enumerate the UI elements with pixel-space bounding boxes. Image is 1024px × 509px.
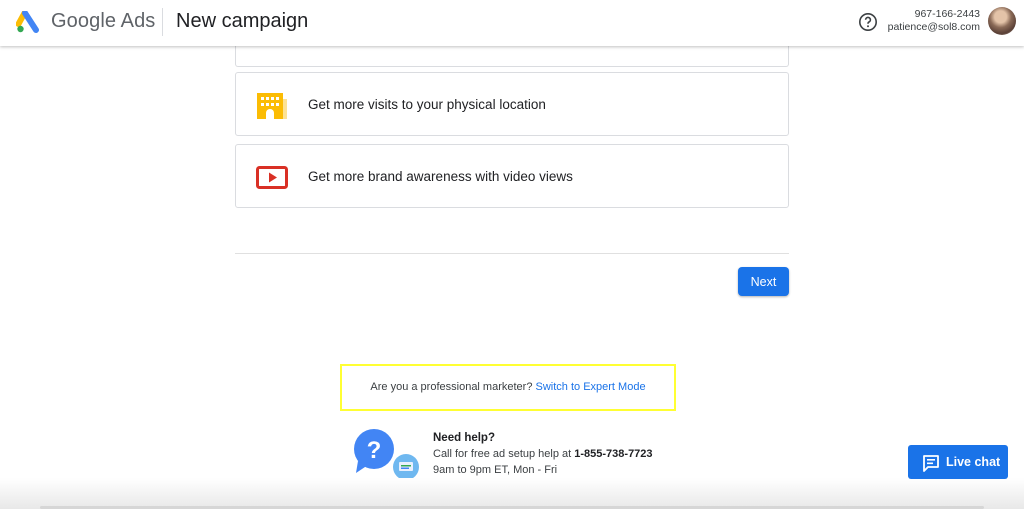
help-chat-bubbles-icon: ? xyxy=(354,429,419,483)
brand-name[interactable]: Google Ads xyxy=(51,10,155,33)
video-play-icon xyxy=(256,166,288,189)
bottom-shadow xyxy=(0,478,1024,509)
avatar[interactable] xyxy=(988,7,1016,35)
next-button[interactable]: Next xyxy=(738,267,789,296)
top-app-bar: Google Ads New campaign 967-166-2443 pat… xyxy=(0,0,1024,46)
page-title: New campaign xyxy=(176,10,309,32)
expert-mode-banner: Are you a professional marketer? Switch … xyxy=(340,364,676,411)
goal-label: Get more visits to your physical locatio… xyxy=(308,97,546,112)
help-hours: 9am to 9pm ET, Mon - Fri xyxy=(433,464,558,476)
expert-mode-prompt: Are you a professional marketer? xyxy=(370,381,533,393)
chat-icon xyxy=(923,455,939,472)
help-phone: 1-855-738-7723 xyxy=(574,448,653,460)
live-chat-button[interactable]: Live chat xyxy=(908,445,1008,479)
help-title: Need help? xyxy=(433,432,495,444)
header-divider xyxy=(162,8,163,36)
storefront-icon xyxy=(257,93,287,119)
goal-label: Get more brand awareness with video view… xyxy=(308,169,573,184)
google-ads-logo-icon[interactable] xyxy=(16,11,40,33)
live-chat-label: Live chat xyxy=(946,455,1001,469)
account-info[interactable]: 967-166-2443 patience@sol8.com xyxy=(888,8,980,34)
svg-text:?: ? xyxy=(367,437,382,464)
help-call-line: Call for free ad setup help at 1-855-738… xyxy=(433,446,653,462)
help-circle-icon[interactable] xyxy=(858,12,878,32)
account-phone: 967-166-2443 xyxy=(914,8,980,20)
account-email: patience@sol8.com xyxy=(887,21,980,33)
goal-card-store-visits[interactable]: Get more visits to your physical locatio… xyxy=(235,72,789,136)
section-divider xyxy=(235,253,789,254)
goal-card-video-views[interactable]: Get more brand awareness with video view… xyxy=(235,144,789,208)
help-call-text: Call for free ad setup help at xyxy=(433,448,575,460)
switch-to-expert-mode-link[interactable]: Switch to Expert Mode xyxy=(536,381,646,393)
